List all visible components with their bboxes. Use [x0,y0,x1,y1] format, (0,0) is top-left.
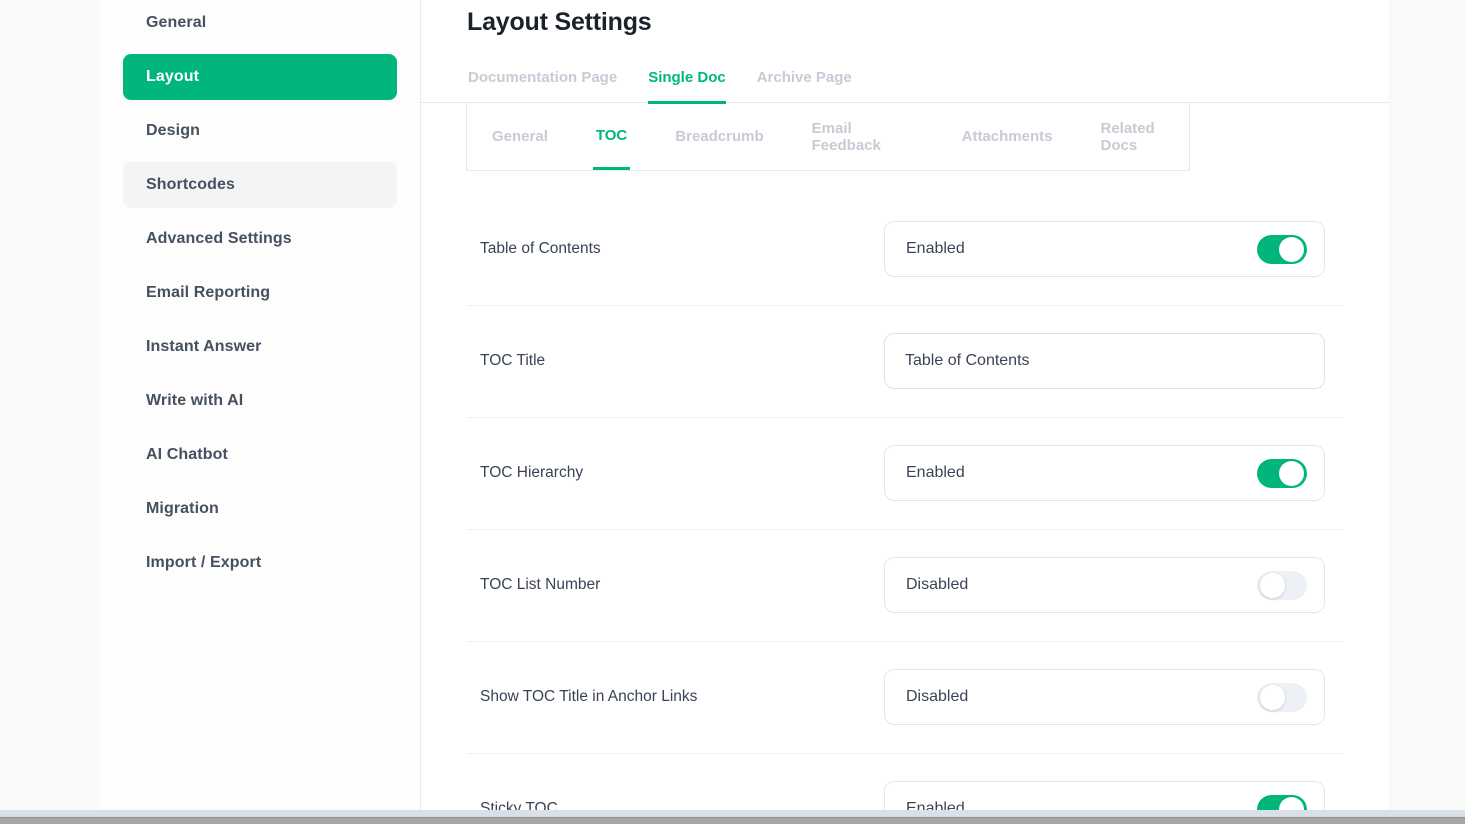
sidebar-item-label: Layout [146,68,199,86]
toggle-knob [1279,237,1304,262]
tab-documentation-page[interactable]: Documentation Page [468,69,617,102]
setting-state-label: Disabled [906,688,968,706]
sidebar-item-instant-answer[interactable]: Instant Answer [123,324,397,370]
subtab-breadcrumb[interactable]: Breadcrumb [672,103,766,170]
sidebar-item-label: Migration [146,500,219,518]
sidebar-item-migration[interactable]: Migration [123,486,397,532]
right-gutter [1389,0,1465,810]
horizontal-scrollbar-track [0,810,1465,817]
horizontal-scrollbar[interactable] [0,817,1465,824]
setting-label: Table of Contents [480,240,601,258]
sidebar-item-write-with-ai[interactable]: Write with AI [123,378,397,424]
subtab-general[interactable]: General [489,103,551,170]
toggle-toc-list-number[interactable] [1257,571,1307,600]
toggle-show-toc-title-in-anchor-links[interactable] [1257,683,1307,712]
sidebar-item-shortcodes[interactable]: Shortcodes [123,162,397,208]
sidebar-item-label: General [146,14,206,32]
sidebar-item-label: Write with AI [146,392,243,410]
input-toc-title[interactable] [884,333,1325,389]
sidebar-nav: General Layout Design Shortcodes Advance… [100,0,420,586]
sidebar-item-label: Advanced Settings [146,230,292,248]
main-panel: Layout Settings Documentation Page Single… [421,0,1389,810]
toggle-table-of-contents[interactable] [1257,235,1307,264]
toggle-knob [1260,573,1285,598]
toggle-knob [1279,461,1304,486]
setting-label: TOC Hierarchy [480,464,583,482]
sidebar-item-label: Email Reporting [146,284,270,302]
toggle-toc-hierarchy[interactable] [1257,459,1307,488]
subtab-email-feedback[interactable]: Email Feedback [809,103,917,170]
sidebar-item-layout[interactable]: Layout [123,54,397,100]
sidebar-item-email-reporting[interactable]: Email Reporting [123,270,397,316]
sidebar-item-ai-chatbot[interactable]: AI Chatbot [123,432,397,478]
sidebar-item-import-export[interactable]: Import / Export [123,540,397,586]
setting-row-table-of-contents: Table of Contents Enabled [467,194,1343,306]
setting-row-toc-title: TOC Title [467,306,1343,418]
subtab-related-docs[interactable]: Related Docs [1098,103,1190,170]
sidebar-item-advanced-settings[interactable]: Advanced Settings [123,216,397,262]
tab-archive-page[interactable]: Archive Page [757,69,852,102]
setting-state-label: Enabled [906,240,965,258]
left-gutter [0,0,100,810]
section-subtabs: General TOC Breadcrumb Email Feedback Attach… [466,103,1190,171]
tab-single-doc[interactable]: Single Doc [648,69,726,104]
setting-control: Disabled [884,669,1325,725]
setting-state-label: Enabled [906,464,965,482]
setting-label: Show TOC Title in Anchor Links [480,688,697,706]
setting-label: TOC Title [480,352,545,370]
setting-row-toc-hierarchy: TOC Hierarchy Enabled [467,418,1343,530]
toggle-knob [1260,685,1285,710]
sidebar-item-general[interactable]: General [123,0,397,46]
sidebar-item-label: Instant Answer [146,338,262,356]
sidebar-item-label: Import / Export [146,554,261,572]
setting-control: Enabled [884,221,1325,277]
setting-row-show-toc-title-in-anchor-links: Show TOC Title in Anchor Links Disabled [467,642,1343,754]
sidebar-item-label: Shortcodes [146,176,235,194]
setting-state-label: Disabled [906,576,968,594]
subtab-attachments[interactable]: Attachments [959,103,1056,170]
page-tabbar: Documentation Page Single Doc Archive Page [421,69,1389,103]
settings-sidebar: General Layout Design Shortcodes Advance… [100,0,421,810]
setting-row-toc-list-number: TOC List Number Disabled [467,530,1343,642]
subtab-toc[interactable]: TOC [593,103,630,170]
settings-list: Table of Contents Enabled TOC Title TOC … [467,171,1343,824]
setting-label: TOC List Number [480,576,600,594]
sidebar-item-label: Design [146,122,200,140]
page-title: Layout Settings [467,8,1389,37]
setting-control: Disabled [884,557,1325,613]
sidebar-item-label: AI Chatbot [146,446,228,464]
setting-control: Enabled [884,445,1325,501]
app-window: General Layout Design Shortcodes Advance… [0,0,1465,824]
sidebar-item-design[interactable]: Design [123,108,397,154]
